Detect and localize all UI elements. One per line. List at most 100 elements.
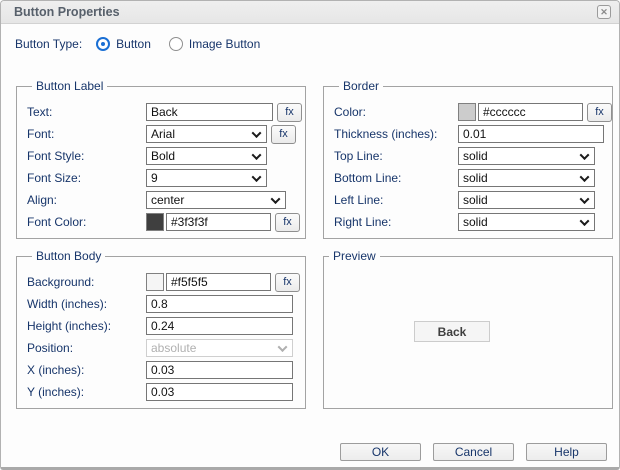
top-line-select[interactable]: solid (458, 147, 595, 165)
preview-legend: Preview (329, 249, 380, 263)
chevron-down-icon (278, 342, 288, 352)
button-body-fieldset: Button Body Background: fx Width (inches… (16, 249, 306, 409)
footer-button-row: OK Cancel Help (1, 443, 607, 461)
title-bar: Button Properties ✕ (1, 1, 619, 24)
right-line-label: Right Line: (334, 215, 458, 229)
font-select-value: Arial (151, 127, 175, 141)
thickness-label: Thickness (inches): (334, 127, 458, 141)
y-input[interactable] (146, 383, 293, 401)
preview-back-button: Back (414, 321, 490, 342)
left-line-select[interactable]: solid (458, 191, 595, 209)
height-label: Height (inches): (27, 319, 146, 333)
chevron-down-icon (580, 216, 590, 226)
button-type-label: Button Type: (15, 37, 82, 51)
font-color-row: Font Color: fx (27, 213, 305, 231)
border-legend: Border (339, 79, 383, 93)
background-swatch[interactable] (146, 273, 164, 291)
background-row: Background: fx (27, 273, 305, 291)
radio-button-label: Button (116, 37, 151, 51)
height-row: Height (inches): (27, 317, 305, 335)
font-color-input[interactable] (166, 213, 271, 231)
close-icon[interactable]: ✕ (597, 5, 611, 19)
align-select[interactable]: center (146, 191, 286, 209)
top-line-label: Top Line: (334, 149, 458, 163)
fieldset-grid: Button Label Text: fx Font: Arial fx Fon… (16, 79, 611, 409)
width-input[interactable] (146, 295, 293, 313)
text-input[interactable] (146, 103, 273, 121)
position-label: Position: (27, 341, 146, 355)
chevron-down-icon (580, 150, 590, 160)
font-size-select-value: 9 (151, 171, 158, 185)
top-line-select-value: solid (463, 149, 488, 163)
radio-unselected-icon[interactable] (169, 37, 183, 51)
right-line-select-value: solid (463, 215, 488, 229)
font-label: Font: (27, 127, 146, 141)
font-size-row: Font Size: 9 (27, 169, 305, 187)
right-line-select[interactable]: solid (458, 213, 595, 231)
bottom-line-label: Bottom Line: (334, 171, 458, 185)
chevron-down-icon (252, 172, 262, 182)
position-select-value: absolute (151, 341, 196, 355)
ok-button[interactable]: OK (340, 443, 421, 461)
button-type-row: Button Type: Button Image Button (15, 34, 605, 54)
font-color-fx-button[interactable]: fx (275, 213, 300, 232)
chevron-down-icon (580, 194, 590, 204)
position-row: Position: absolute (27, 339, 305, 357)
chevron-down-icon (580, 172, 590, 182)
preview-fieldset: Preview Back (323, 249, 613, 409)
font-style-label: Font Style: (27, 149, 146, 163)
thickness-row: Thickness (inches): (334, 125, 612, 143)
font-fx-button[interactable]: fx (271, 125, 296, 144)
chevron-down-icon (252, 150, 262, 160)
text-row: Text: fx (27, 103, 305, 121)
left-line-row: Left Line: solid (334, 191, 612, 209)
border-color-label: Color: (334, 105, 458, 119)
bottom-line-select-value: solid (463, 171, 488, 185)
position-select-disabled: absolute (146, 339, 293, 357)
top-line-row: Top Line: solid (334, 147, 612, 165)
align-label: Align: (27, 193, 146, 207)
y-label: Y (inches): (27, 385, 146, 399)
left-line-select-value: solid (463, 193, 488, 207)
height-input[interactable] (146, 317, 293, 335)
radio-image-button-label: Image Button (189, 37, 260, 51)
thickness-input[interactable] (458, 125, 604, 143)
help-button[interactable]: Help (526, 443, 607, 461)
dialog-title: Button Properties (14, 5, 597, 19)
font-style-row: Font Style: Bold (27, 147, 305, 165)
x-label: X (inches): (27, 363, 146, 377)
radio-selected-icon[interactable] (96, 37, 110, 51)
button-properties-dialog: Button Properties ✕ Button Type: Button … (0, 0, 620, 470)
text-label: Text: (27, 105, 146, 119)
font-style-select[interactable]: Bold (146, 147, 267, 165)
font-select[interactable]: Arial (146, 125, 267, 143)
border-color-input[interactable] (478, 103, 583, 121)
button-body-legend: Button Body (32, 249, 105, 263)
align-row: Align: center (27, 191, 305, 209)
radio-option-image-button[interactable]: Image Button (169, 37, 260, 51)
bottom-line-row: Bottom Line: solid (334, 169, 612, 187)
border-color-swatch[interactable] (458, 103, 476, 121)
x-row: X (inches): (27, 361, 305, 379)
font-size-label: Font Size: (27, 171, 146, 185)
font-size-select[interactable]: 9 (146, 169, 267, 187)
border-color-fx-button[interactable]: fx (587, 103, 612, 122)
background-fx-button[interactable]: fx (275, 273, 300, 292)
background-input[interactable] (166, 273, 271, 291)
border-fieldset: Border Color: fx Thickness (inches): Top… (323, 79, 613, 239)
button-label-legend: Button Label (32, 79, 107, 93)
button-label-fieldset: Button Label Text: fx Font: Arial fx Fon… (16, 79, 306, 239)
x-input[interactable] (146, 361, 293, 379)
radio-option-button[interactable]: Button (96, 37, 151, 51)
text-fx-button[interactable]: fx (277, 103, 302, 122)
right-line-row: Right Line: solid (334, 213, 612, 231)
font-color-label: Font Color: (27, 215, 146, 229)
border-color-row: Color: fx (334, 103, 612, 121)
bottom-line-select[interactable]: solid (458, 169, 595, 187)
width-row: Width (inches): (27, 295, 305, 313)
font-color-swatch[interactable] (146, 213, 164, 231)
y-row: Y (inches): (27, 383, 305, 401)
chevron-down-icon (271, 194, 281, 204)
align-select-value: center (151, 193, 184, 207)
cancel-button[interactable]: Cancel (433, 443, 514, 461)
